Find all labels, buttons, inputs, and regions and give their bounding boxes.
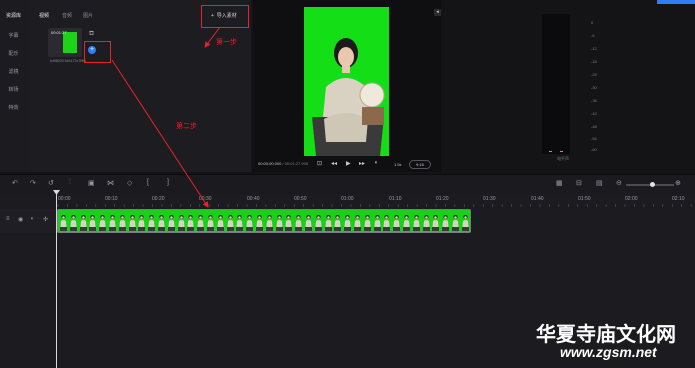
- annotation-arrows: [111, 26, 221, 208]
- video-editor: 资源库 字幕 配乐 滤镜 转场 特效 视频 音频 图片 00:01:27 b49…: [0, 0, 695, 368]
- watermark-title: 华夏寺庙文化网: [536, 322, 676, 346]
- step1-arrow: [204, 26, 221, 48]
- watermark-url: www.zgsm.net: [560, 344, 657, 360]
- step2-arrow: [111, 59, 209, 208]
